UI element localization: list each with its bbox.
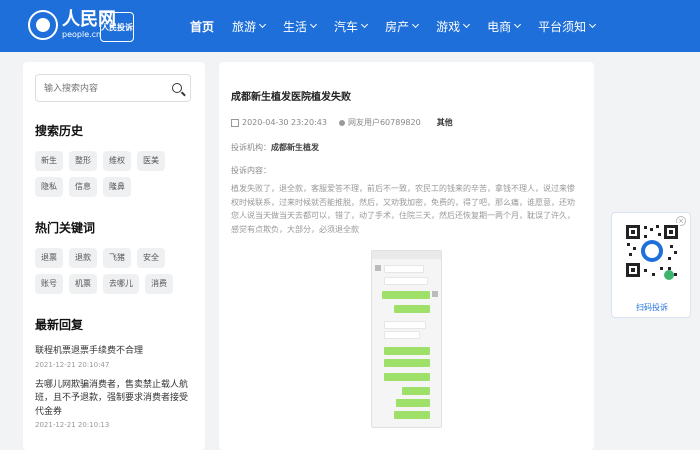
chat-bubble	[384, 347, 430, 355]
list-item[interactable]: 去哪儿网欺骗消费者，售卖禁止载人航班，且不予退款，强制要求消费者接受代金券 202…	[35, 379, 193, 430]
article-meta: 2020-04-30 23:20:43 网友用户60789820 其他	[231, 117, 582, 128]
history-tag[interactable]: 隆鼻	[103, 177, 131, 197]
qr-code-icon	[624, 223, 680, 280]
history-tag[interactable]: 维权	[103, 151, 131, 171]
history-tag[interactable]: 医美	[137, 151, 165, 171]
user-icon	[338, 119, 345, 126]
chat-bubble	[382, 291, 430, 299]
hot-keyword-tag[interactable]: 退款	[69, 248, 97, 268]
main-nav: 首页 旅游 生活 汽车 房产 游戏 电商 平台须知	[190, 0, 613, 52]
nav-item-label: 游戏	[436, 19, 461, 34]
chat-bubble	[384, 359, 430, 367]
search-icon[interactable]	[172, 83, 182, 93]
recent-replies-title: 最新回复	[35, 318, 84, 332]
chevron-down-icon	[258, 20, 267, 29]
reply-title[interactable]: 去哪儿网欺骗消费者，售卖禁止载人航班，且不予退款，强制要求消费者接受代金券	[35, 379, 193, 420]
hot-keyword-tag[interactable]: 退票	[35, 248, 63, 268]
chat-avatar	[432, 291, 438, 297]
top-header: 人民网 people.cn 人民投诉 首页 旅游 生活 汽车 房产 游戏 电商 平台须知	[0, 0, 700, 52]
article-user: 网友用户60789820	[347, 118, 421, 127]
search-input[interactable]	[44, 83, 164, 93]
nav-item-0[interactable]: 首页	[190, 18, 214, 35]
chat-bubble	[384, 265, 424, 273]
chevron-down-icon	[412, 20, 420, 29]
reply-time: 2021-12-21 20:10:47	[35, 360, 110, 369]
content-text: 植发失败了，退全款，客服爱答不理，前后不一致，农民工的钱来的辛苦，拿钱不理人，说…	[231, 184, 575, 234]
qr-label[interactable]: 扫码投诉	[612, 302, 692, 313]
reply-time: 2021-12-21 20:10:13	[35, 421, 110, 429]
recent-replies-list: 联程机票退票手续费不合理 2021-12-21 20:10:47 去哪儿网欺骗消费者…	[35, 345, 193, 429]
history-tag[interactable]: 隐私	[35, 177, 63, 197]
chat-bubble	[384, 321, 426, 329]
calendar-icon	[231, 118, 239, 127]
hot-keyword-tags: 退票 退款 飞猪 安全账号 机票 去哪儿 消费	[35, 248, 193, 294]
nav-item-label: 生活	[283, 19, 308, 34]
chevron-down-icon	[361, 20, 369, 29]
chevron-down-icon	[589, 20, 597, 29]
chevron-down-icon	[514, 20, 522, 29]
hot-keyword-tag[interactable]: 账号	[35, 274, 63, 294]
org-label: 投诉机构：	[231, 143, 271, 152]
qr-widget: × 扫码投诉	[611, 212, 691, 318]
nav-item-label: 电商	[487, 19, 512, 34]
chat-bubble	[402, 387, 430, 395]
nav-item-label: 平台须知	[538, 19, 587, 34]
search-box	[35, 74, 191, 102]
chat-screenshot-image[interactable]	[371, 250, 442, 428]
hot-keywords-title: 热门关键词	[35, 221, 96, 235]
nav-item-7[interactable]: 平台须知	[538, 18, 597, 35]
chat-bubble	[384, 331, 420, 339]
search-history-tags: 新生 整形 维权 医美隐私 信息 隆鼻	[35, 151, 193, 197]
nav-item-5[interactable]: 游戏	[436, 18, 471, 35]
list-item[interactable]: 联程机票退票手续费不合理 2021-12-21 20:10:47	[35, 345, 193, 369]
chat-bubble	[384, 277, 428, 285]
content-label: 投诉内容：	[231, 166, 271, 175]
article-category: 其他	[436, 118, 453, 127]
history-tag[interactable]: 整形	[69, 151, 97, 171]
reply-title[interactable]: 联程机票退票手续费不合理	[35, 345, 193, 359]
chevron-down-icon	[463, 20, 471, 29]
hot-keyword-tag[interactable]: 机票	[69, 274, 97, 294]
nav-item-label: 旅游	[232, 19, 257, 34]
article-title: 成都新生植发医院植发失败	[231, 92, 351, 103]
nav-item-4[interactable]: 房产	[385, 18, 420, 35]
hot-keyword-tag[interactable]: 飞猪	[103, 248, 131, 268]
chat-bubble	[384, 373, 430, 381]
chat-bubble	[394, 305, 430, 313]
complaint-badge[interactable]: 人民投诉	[100, 12, 134, 42]
chat-bubble	[396, 399, 430, 407]
nav-item-6[interactable]: 电商	[487, 18, 522, 35]
hot-keyword-tag[interactable]: 安全	[137, 248, 165, 268]
nav-item-label: 首页	[190, 19, 215, 34]
nav-item-label: 房产	[385, 19, 410, 34]
chat-bubble	[394, 411, 430, 419]
history-tag[interactable]: 新生	[35, 151, 63, 171]
search-history-title: 搜索历史	[35, 124, 84, 138]
history-tag[interactable]: 信息	[69, 177, 97, 197]
logo-mark-icon	[28, 10, 58, 40]
nav-item-1[interactable]: 旅游	[232, 18, 267, 35]
hot-keyword-tag[interactable]: 消费	[145, 274, 173, 294]
complaint-org: 投诉机构：成都新生植发	[231, 142, 582, 153]
phone-status-bar	[372, 251, 441, 259]
nav-item-2[interactable]: 生活	[283, 18, 318, 35]
article-date: 2020-04-30 23:20:43	[242, 118, 327, 127]
sidebar: 搜索历史 新生整形维权医美隐私信息隆鼻 热门关键词 退票退款飞猪安全账号机票去哪…	[23, 62, 205, 450]
nav-item-3[interactable]: 汽车	[334, 18, 369, 35]
hot-keyword-tag[interactable]: 去哪儿	[103, 274, 139, 294]
article-card: 成都新生植发医院植发失败 2020-04-30 23:20:43 网友用户607…	[219, 62, 594, 450]
org-name[interactable]: 成都新生植发	[271, 143, 319, 152]
chevron-down-icon	[310, 20, 318, 29]
nav-item-label: 汽车	[334, 19, 359, 34]
chat-avatar	[375, 265, 381, 271]
